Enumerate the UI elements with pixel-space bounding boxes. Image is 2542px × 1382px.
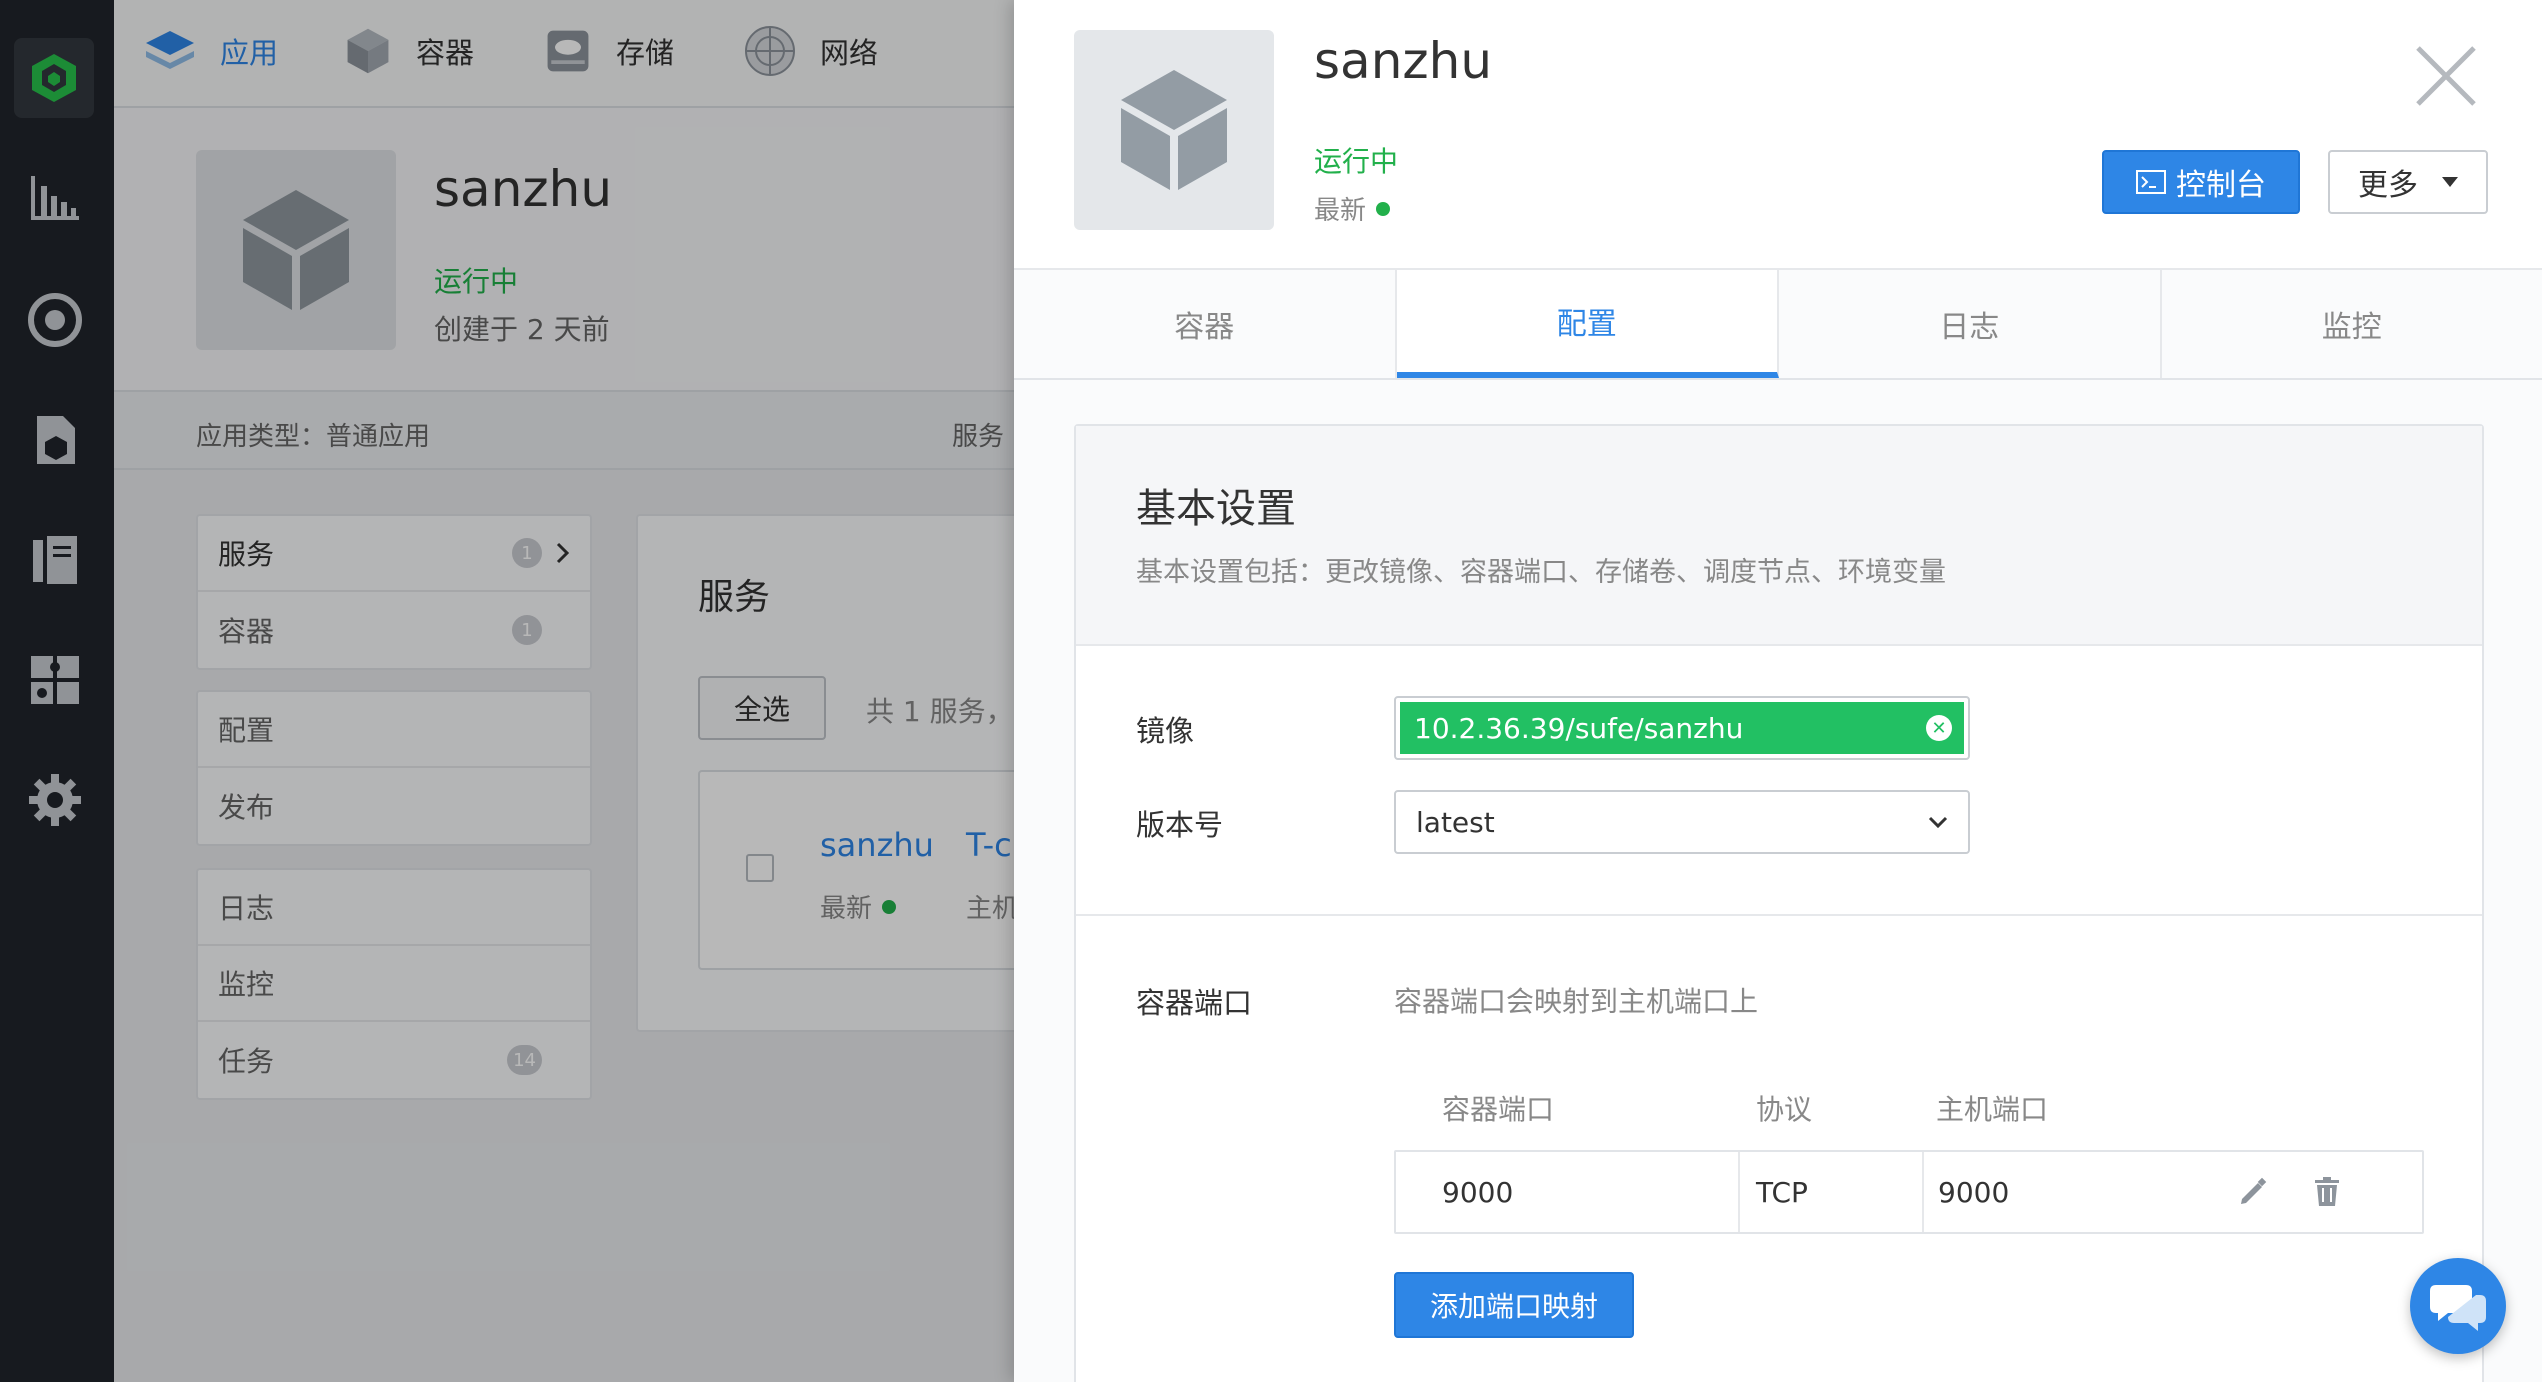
- ports-label: 容器端口: [1136, 986, 1253, 1020]
- th-container-port: 容器端口: [1442, 1093, 1555, 1126]
- cell-divider: [1922, 1152, 1924, 1232]
- section-divider: [1076, 914, 2482, 916]
- basic-settings-card: 基本设置 基本设置包括：更改镜像、容器端口、存储卷、调度节点、环境变量 镜像 1…: [1074, 424, 2484, 1382]
- more-label: 更多: [2358, 168, 2418, 203]
- terminal-icon: [2136, 170, 2166, 194]
- add-port-mapping-button[interactable]: 添加端口映射: [1394, 1272, 1634, 1338]
- card-header: 基本设置 基本设置包括：更改镜像、容器端口、存储卷、调度节点、环境变量: [1076, 426, 2482, 646]
- status-dot: [1376, 201, 1391, 216]
- protocol-value: TCP: [1756, 1175, 1808, 1209]
- container-port-value: 9000: [1442, 1175, 1514, 1209]
- image-input[interactable]: 10.2.36.39/sufe/sanzhu ✕: [1394, 696, 1970, 760]
- tab-containers[interactable]: 容器: [1014, 270, 1397, 378]
- tab-config[interactable]: 配置: [1396, 270, 1779, 378]
- trash-icon[interactable]: [2314, 1152, 2340, 1232]
- image-label: 镜像: [1136, 714, 1195, 748]
- service-cube-icon: [1074, 30, 1274, 230]
- chat-icon[interactable]: [2410, 1258, 2506, 1354]
- version-text: 最新: [1314, 196, 1367, 226]
- chevron-down-icon: [1928, 816, 1948, 828]
- more-dropdown-button[interactable]: 更多: [2328, 150, 2488, 214]
- service-detail-drawer: sanzhu 运行中 最新 控制台 更多 容器 配置 日志 监控 基本设置 基本…: [1014, 0, 2542, 1382]
- version-value: latest: [1416, 805, 1495, 839]
- tab-logs[interactable]: 日志: [1779, 270, 2162, 378]
- th-protocol: 协议: [1756, 1093, 1813, 1126]
- cell-divider: [1738, 1152, 1740, 1232]
- drawer-tabs: 容器 配置 日志 监控: [1014, 270, 2542, 380]
- drawer-service-name: sanzhu: [1314, 32, 1493, 90]
- drawer-status: 运行中: [1314, 145, 1399, 178]
- close-icon[interactable]: [2414, 44, 2478, 108]
- caret-down-icon: [2442, 177, 2458, 187]
- console-button[interactable]: 控制台: [2102, 150, 2300, 214]
- version-select[interactable]: latest: [1394, 790, 1970, 854]
- drawer-header: sanzhu 运行中 最新 控制台 更多: [1014, 0, 2542, 270]
- ports-hint: 容器端口会映射到主机端口上: [1394, 985, 1759, 1018]
- card-title: 基本设置: [1136, 486, 1296, 532]
- image-tag: 10.2.36.39/sufe/sanzhu ✕: [1400, 702, 1964, 754]
- clear-icon[interactable]: ✕: [1926, 715, 1952, 741]
- port-mapping-row: 9000 TCP 9000: [1394, 1150, 2424, 1234]
- card-subtitle: 基本设置包括：更改镜像、容器端口、存储卷、调度节点、环境变量: [1136, 557, 1946, 588]
- edit-icon[interactable]: [2238, 1152, 2268, 1232]
- version-label: 版本号: [1136, 808, 1224, 842]
- th-host-port: 主机端口: [1936, 1093, 2049, 1126]
- tab-monitor[interactable]: 监控: [2162, 270, 2542, 378]
- drawer-version: 最新: [1314, 190, 1391, 227]
- host-port-value: 9000: [1938, 1175, 2010, 1209]
- image-value: 10.2.36.39/sufe/sanzhu: [1414, 711, 1744, 745]
- console-label: 控制台: [2176, 168, 2266, 203]
